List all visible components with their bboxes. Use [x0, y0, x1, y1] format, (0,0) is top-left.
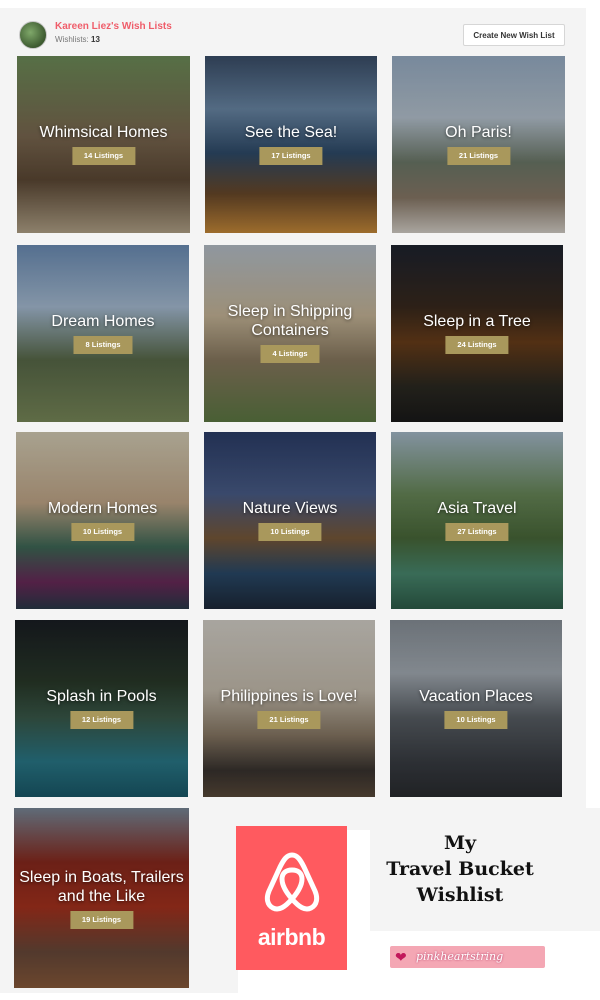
listings-badge: 10 Listings: [70, 523, 135, 541]
listings-badge: 27 Listings: [445, 523, 509, 541]
tile-overlay: [16, 432, 189, 609]
tile-title: Asia Travel: [437, 500, 517, 517]
tile-title: Sleep in Shipping Containers: [227, 303, 353, 339]
wishlist-tile-sleep-in-boats[interactable]: Sleep in Boats, Trailers and the Like 19…: [14, 808, 189, 988]
listings-badge: 14 Listings: [71, 147, 136, 165]
airbnb-wordmark: airbnb: [257, 924, 326, 950]
avatar[interactable]: [19, 21, 47, 49]
signature-ribbon: ❤ pinkheartstring: [390, 946, 545, 968]
tile-title: Vacation Places: [419, 688, 533, 705]
tile-title: Whimsical Homes: [39, 124, 168, 141]
tile-overlay: [203, 620, 375, 797]
tile-title: Nature Views: [242, 500, 338, 517]
wishlist-tile-modern-homes[interactable]: Modern Homes 10 Listings: [16, 432, 189, 609]
airbnb-belo-icon: [264, 852, 320, 912]
wishlist-tile-sleep-in-shipping-containers[interactable]: Sleep in Shipping Containers 4 Listings: [204, 245, 376, 422]
tile-overlay: [17, 56, 190, 233]
wishlist-tile-splash-in-pools[interactable]: Splash in Pools 12 Listings: [15, 620, 188, 797]
listings-badge: 24 Listings: [445, 336, 509, 354]
listings-badge: 17 Listings: [259, 147, 323, 165]
bucket-list-title: My Travel Bucket Wishlist: [370, 830, 550, 908]
tile-overlay: [391, 432, 563, 609]
tile-overlay: [390, 620, 562, 797]
tile-overlay: [15, 620, 188, 797]
airbnb-logo: airbnb: [236, 826, 347, 970]
username-link[interactable]: Kareen Liez's Wish Lists: [55, 21, 172, 32]
listings-badge: 19 Listings: [69, 911, 134, 929]
wishlist-tile-oh-paris[interactable]: Oh Paris! 21 Listings: [392, 56, 565, 233]
create-wishlist-button[interactable]: Create New Wish List: [463, 24, 565, 46]
wishlist-tile-asia-travel[interactable]: Asia Travel 27 Listings: [391, 432, 563, 609]
tile-title: Sleep in a Tree: [423, 313, 531, 330]
tile-title: See the Sea!: [244, 124, 338, 141]
wishlist-tile-whimsical-homes[interactable]: Whimsical Homes 14 Listings: [17, 56, 190, 233]
tile-overlay: [204, 432, 376, 609]
heart-icon: ❤: [395, 949, 407, 965]
tile-title: Splash in Pools: [46, 688, 157, 705]
bucket-line-2: Travel Bucket: [386, 858, 534, 880]
tile-overlay: [391, 245, 563, 422]
listings-badge: 12 Listings: [69, 711, 134, 729]
ribbon-text: pinkheartstring: [416, 950, 504, 963]
header-bar: Kareen Liez's Wish Lists Wishlists: 13 C…: [0, 8, 586, 50]
tile-overlay: [17, 245, 189, 422]
tile-title: Oh Paris!: [445, 124, 512, 141]
wishlist-tile-nature-views[interactable]: Nature Views 10 Listings: [204, 432, 376, 609]
listings-badge: 21 Listings: [257, 711, 321, 729]
wishlist-tile-sleep-in-a-tree[interactable]: Sleep in a Tree 24 Listings: [391, 245, 563, 422]
wishlist-tile-see-the-sea[interactable]: See the Sea! 17 Listings: [205, 56, 377, 233]
listings-badge: 10 Listings: [258, 523, 322, 541]
wishlist-tile-vacation-places[interactable]: Vacation Places 10 Listings: [390, 620, 562, 797]
listings-badge: 8 Listings: [73, 336, 133, 354]
wishlist-tile-dream-homes[interactable]: Dream Homes 8 Listings: [17, 245, 189, 422]
bucket-line-1: My: [443, 832, 477, 854]
tile-overlay: [205, 56, 377, 233]
tile-overlay: [392, 56, 565, 233]
listings-badge: 10 Listings: [444, 711, 508, 729]
tile-title: Philippines is Love!: [220, 688, 358, 705]
tile-title: Modern Homes: [47, 500, 158, 517]
bucket-line-3: Wishlist: [416, 884, 504, 906]
listings-badge: 4 Listings: [260, 345, 320, 363]
tile-title: Sleep in Boats, Trailers and the Like: [19, 869, 184, 905]
wishlists-label: Wishlists:: [55, 35, 89, 44]
listings-badge: 21 Listings: [446, 147, 511, 165]
tile-title: Dream Homes: [51, 313, 155, 330]
wishlist-tile-philippines-is-love[interactable]: Philippines is Love! 21 Listings: [203, 620, 375, 797]
wishlists-count-value: 13: [91, 35, 100, 44]
wishlist-count: Wishlists: 13: [55, 35, 100, 44]
